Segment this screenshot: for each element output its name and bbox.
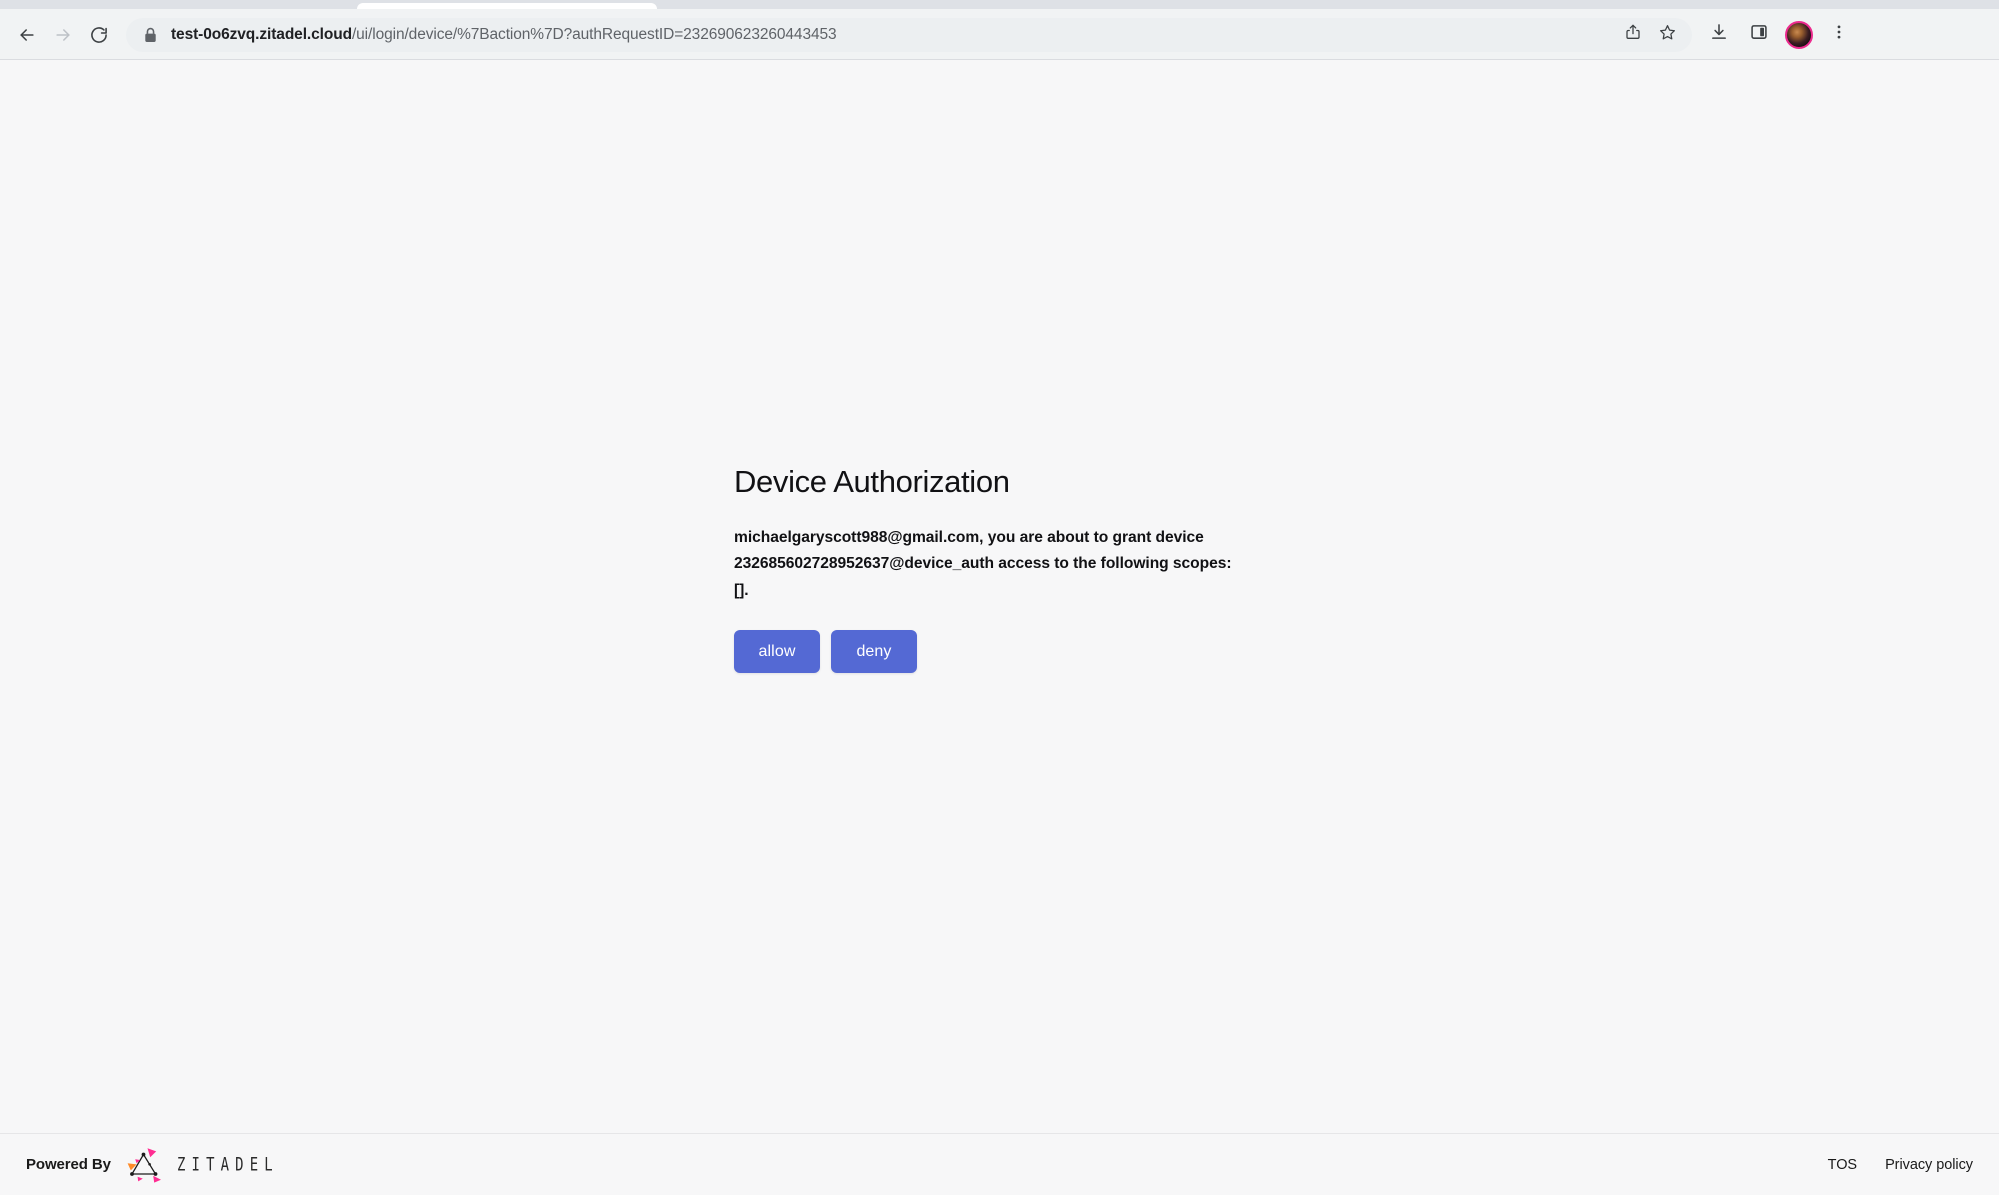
url-host: test-0o6zvq.zitadel.cloud [171, 26, 352, 43]
url-path: /ui/login/device/%7Baction%7D?authReques… [352, 26, 837, 43]
lock-icon [144, 27, 157, 43]
deny-button[interactable]: deny [831, 630, 917, 673]
privacy-policy-link[interactable]: Privacy policy [1885, 1157, 1973, 1173]
footer-brand: Powered By [26, 1145, 301, 1185]
download-icon [1709, 22, 1729, 47]
profile-button[interactable] [1780, 16, 1818, 54]
tab-strip [0, 0, 1999, 9]
arrow-right-icon [53, 25, 73, 45]
page-footer: Powered By [0, 1133, 1999, 1195]
browser-chrome: test-0o6zvq.zitadel.cloud/ui/login/devic… [0, 0, 1999, 60]
avatar-icon [1785, 21, 1813, 49]
share-button[interactable] [1616, 18, 1650, 52]
tos-link[interactable]: TOS [1828, 1157, 1857, 1173]
forward-button[interactable] [45, 17, 81, 53]
address-bar[interactable]: test-0o6zvq.zitadel.cloud/ui/login/devic… [126, 18, 1692, 52]
zitadel-triangle-logo-icon [123, 1145, 165, 1185]
action-button-row: allow deny [734, 630, 1254, 673]
browser-menu-button[interactable] [1820, 16, 1858, 54]
address-bar-url: test-0o6zvq.zitadel.cloud/ui/login/devic… [171, 26, 837, 44]
zitadel-wordmark: ZITADEL [177, 1153, 279, 1175]
arrow-left-icon [17, 25, 37, 45]
toolbar-actions [1700, 16, 1868, 54]
reload-button[interactable] [81, 17, 117, 53]
three-dot-menu-icon [1830, 23, 1848, 46]
browser-toolbar: test-0o6zvq.zitadel.cloud/ui/login/devic… [0, 9, 1999, 60]
page-viewport: Device Authorization michaelgaryscott988… [0, 60, 1999, 1195]
side-panel-button[interactable] [1740, 16, 1778, 54]
reload-icon [89, 25, 109, 45]
side-panel-icon [1749, 22, 1769, 47]
allow-button[interactable]: allow [734, 630, 820, 673]
main-content: Device Authorization michaelgaryscott988… [0, 60, 1999, 1133]
download-button[interactable] [1700, 16, 1738, 54]
powered-by-label: Powered By [26, 1156, 111, 1173]
star-icon [1658, 23, 1677, 47]
device-authorization-panel: Device Authorization michaelgaryscott988… [734, 464, 1254, 673]
authorization-description: michaelgaryscott988@gmail.com, you are a… [734, 525, 1246, 605]
back-button[interactable] [9, 17, 45, 53]
share-icon [1624, 23, 1642, 46]
bookmark-button[interactable] [1650, 18, 1684, 52]
page-title: Device Authorization [734, 464, 1254, 500]
footer-links: TOS Privacy policy [1828, 1157, 1973, 1173]
